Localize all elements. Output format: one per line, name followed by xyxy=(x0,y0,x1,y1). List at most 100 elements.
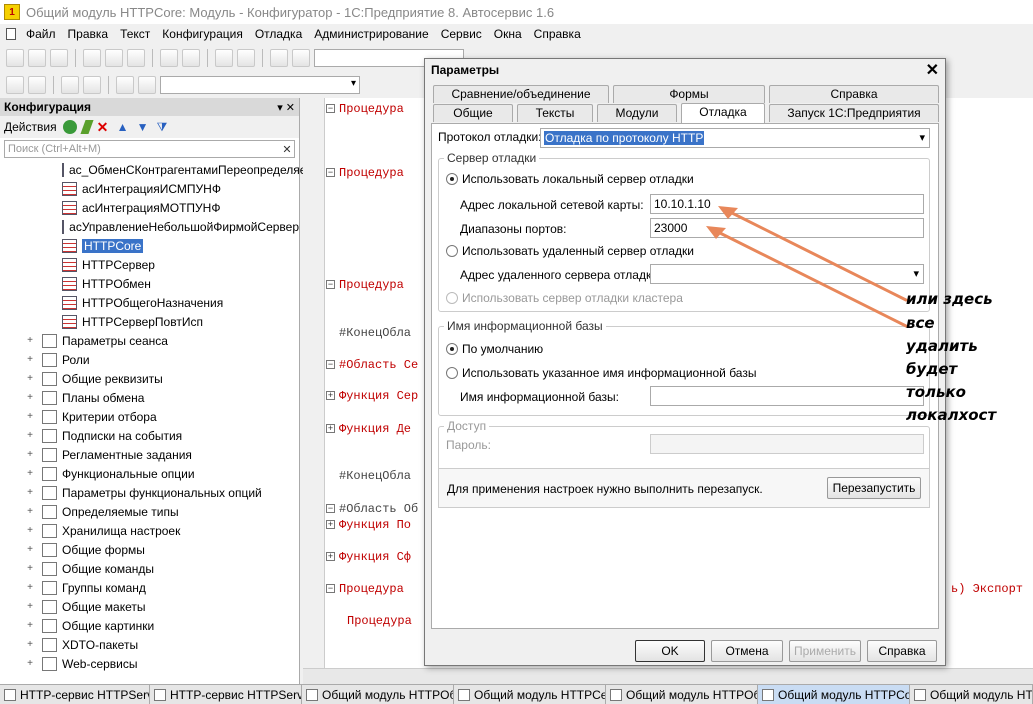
copy-icon[interactable] xyxy=(105,49,123,67)
menu-file[interactable]: Файл xyxy=(20,27,62,41)
taskbar-item[interactable]: HTTP-сервис HTTPServ... xyxy=(150,685,302,704)
tree-item-module[interactable]: асУправлениеНебольшойФирмойСервер xyxy=(0,217,299,236)
fold-icon[interactable]: − xyxy=(326,280,335,289)
fold-icon[interactable]: + xyxy=(326,552,335,561)
taskbar-item[interactable]: HTTP-сервис HTTPServ... xyxy=(0,685,150,704)
use-named-infobase-radio[interactable]: Использовать указанное имя информационно… xyxy=(446,366,756,380)
menu-windows[interactable]: Окна xyxy=(488,27,528,41)
menu-text[interactable]: Текст xyxy=(114,27,156,41)
tab-general[interactable]: Общие xyxy=(433,104,513,122)
tree-group-command-groups[interactable]: + Группы команд xyxy=(0,578,299,597)
tree-item-module[interactable]: HTTPСервер xyxy=(0,255,299,274)
save-icon[interactable] xyxy=(50,49,68,67)
tree-item-module[interactable]: ас_ОбменСКонтрагентамиПереопределяемый xyxy=(0,160,330,179)
expand-icon[interactable]: + xyxy=(24,487,36,498)
redo-icon[interactable] xyxy=(237,49,255,67)
procedures-icon[interactable] xyxy=(138,76,156,94)
fold-icon[interactable]: + xyxy=(326,424,335,433)
expand-icon[interactable]: + xyxy=(24,658,36,669)
expand-icon[interactable]: + xyxy=(24,563,36,574)
tree-group-functional-options[interactable]: + Функциональные опции xyxy=(0,464,299,483)
expand-icon[interactable]: + xyxy=(24,468,36,479)
tree-group-xdto-packages[interactable]: + XDTO-пакеты xyxy=(0,635,299,654)
expand-icon[interactable]: + xyxy=(24,354,36,365)
fold-icon[interactable]: − xyxy=(326,104,335,113)
tree-item-module[interactable]: асИнтеграцияИСМПУНФ xyxy=(0,179,299,198)
tree-group-session-params[interactable]: + Параметры сеанса xyxy=(0,331,299,350)
fold-icon[interactable]: − xyxy=(326,168,335,177)
tree-item-module[interactable]: HTTPОбщегоНазначения xyxy=(0,293,299,312)
expand-icon[interactable]: + xyxy=(24,392,36,403)
expand-icon[interactable]: + xyxy=(24,506,36,517)
tree-item-module[interactable]: HTTPОбмен xyxy=(0,274,299,293)
tree-group-functional-option-params[interactable]: + Параметры функциональных опций xyxy=(0,483,299,502)
move-up-icon[interactable]: ▲ xyxy=(117,120,131,134)
menu-service[interactable]: Сервис xyxy=(435,27,488,41)
print-icon[interactable] xyxy=(160,49,178,67)
use-local-server-radio[interactable]: Использовать локальный сервер отладки xyxy=(446,172,694,186)
close-icon[interactable]: ✕ xyxy=(926,60,939,80)
menu-help[interactable]: Справка xyxy=(528,27,587,41)
expand-icon[interactable]: + xyxy=(24,430,36,441)
menu-configuration[interactable]: Конфигурация xyxy=(156,27,249,41)
restart-button[interactable]: Перезапустить xyxy=(827,477,921,499)
fold-icon[interactable]: − xyxy=(326,584,335,593)
tab-texts[interactable]: Тексты xyxy=(517,104,593,122)
new-document-icon[interactable] xyxy=(6,49,24,67)
open-folder-icon[interactable] xyxy=(28,49,46,67)
tree-item-module[interactable]: HTTPСерверПовтИсп xyxy=(0,312,299,331)
tree-group-scheduled-jobs[interactable]: + Регламентные задания xyxy=(0,445,299,464)
default-name-radio[interactable]: По умолчанию xyxy=(446,342,543,356)
tree-group-exchange-plans[interactable]: + Планы обмена xyxy=(0,388,299,407)
tree-group-settings-storages[interactable]: + Хранилища настроек xyxy=(0,521,299,540)
delete-icon[interactable]: ✕ xyxy=(97,120,111,134)
uncomment-icon[interactable] xyxy=(83,76,101,94)
ok-button[interactable]: OK xyxy=(635,640,705,662)
syntax-check-icon[interactable] xyxy=(116,76,134,94)
tab-debug[interactable]: Отладка xyxy=(681,103,765,123)
module-list-icon[interactable] xyxy=(28,76,46,94)
help-button[interactable]: Справка xyxy=(867,640,937,662)
infobase-name-input[interactable] xyxy=(650,386,924,406)
tree-item-module-selected[interactable]: HTTPCore xyxy=(0,236,299,255)
expand-icon[interactable]: + xyxy=(24,449,36,460)
fold-icon[interactable]: − xyxy=(326,360,335,369)
expand-icon[interactable]: + xyxy=(24,582,36,593)
menu-debug[interactable]: Отладка xyxy=(249,27,308,41)
tree-group-defined-types[interactable]: + Определяемые типы xyxy=(0,502,299,521)
expand-icon[interactable]: + xyxy=(24,601,36,612)
use-remote-server-radio[interactable]: Использовать удаленный сервер отладки xyxy=(446,244,694,258)
expand-icon[interactable]: + xyxy=(24,525,36,536)
expand-icon[interactable]: + xyxy=(24,335,36,346)
add-icon[interactable] xyxy=(62,120,77,134)
clear-search-icon[interactable]: ✕ xyxy=(280,143,294,156)
menu-administration[interactable]: Администрирование xyxy=(308,27,434,41)
expand-icon[interactable]: + xyxy=(24,373,36,384)
taskbar-item-active[interactable]: Общий модуль HTTPCo... xyxy=(758,685,910,704)
taskbar-item[interactable]: Общий модуль HTTPСе... xyxy=(454,685,606,704)
tree-group-roles[interactable]: + Роли xyxy=(0,350,299,369)
tree-group-common-forms[interactable]: + Общие формы xyxy=(0,540,299,559)
menu-edit[interactable]: Правка xyxy=(62,27,115,41)
tab-help[interactable]: Справка xyxy=(769,85,939,103)
ports-input[interactable]: 23000 xyxy=(650,218,924,238)
paste-icon[interactable] xyxy=(127,49,145,67)
search-icon[interactable] xyxy=(292,49,310,67)
tree-group-filter-criteria[interactable]: + Критерии отбора xyxy=(0,407,299,426)
tab-compare-merge[interactable]: Сравнение/объединение xyxy=(433,85,609,103)
expand-icon[interactable]: + xyxy=(24,620,36,631)
local-address-input[interactable]: 10.10.1.10 xyxy=(650,194,924,214)
undo-icon[interactable] xyxy=(215,49,233,67)
fold-icon[interactable]: − xyxy=(326,504,335,513)
tree-item-module[interactable]: асИнтеграцияМОТПУНФ xyxy=(0,198,299,217)
tree-group-common-commands[interactable]: + Общие команды xyxy=(0,559,299,578)
cancel-button[interactable]: Отмена xyxy=(711,640,783,662)
edit-icon[interactable] xyxy=(80,120,94,134)
tab-forms[interactable]: Формы xyxy=(613,85,765,103)
taskbar-item[interactable]: Общий модуль HTTPОб... xyxy=(606,685,758,704)
find-in-tree-icon[interactable] xyxy=(270,49,288,67)
tab-modules[interactable]: Модули xyxy=(597,104,677,122)
procedure-select[interactable] xyxy=(160,76,360,94)
module-icon[interactable] xyxy=(6,76,24,94)
tree-group-event-subscriptions[interactable]: + Подписки на события xyxy=(0,426,299,445)
